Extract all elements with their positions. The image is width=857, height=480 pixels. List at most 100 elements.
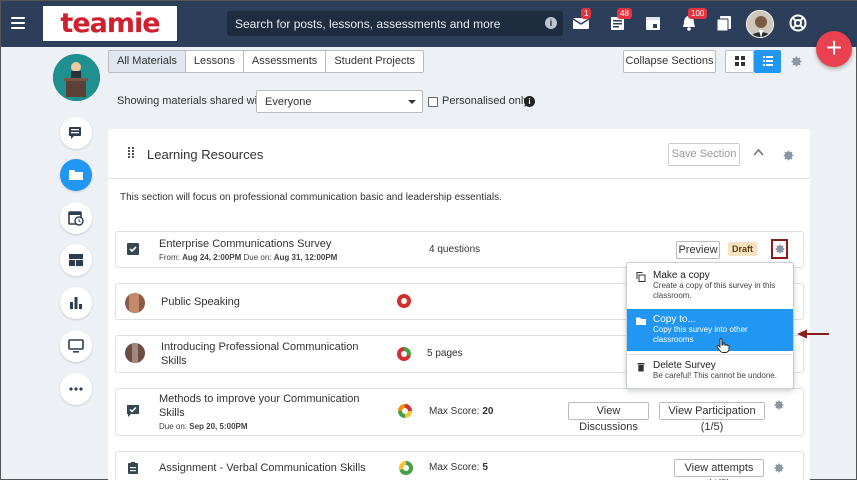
max-score-label: Max Score: (429, 406, 480, 417)
help-icon[interactable] (789, 14, 807, 32)
lesson-thumbnail (125, 293, 145, 313)
from-label: From: (159, 253, 180, 262)
material-title[interactable]: Methods to improve your Communication Ski… (159, 392, 360, 420)
top-bar: teamie Search for posts, lessons, assess… (1, 1, 857, 47)
search-placeholder: Search for posts, lessons, assessments a… (235, 17, 501, 31)
info-icon[interactable]: i (524, 96, 535, 107)
mail-badge: 1 (581, 8, 592, 19)
drag-handle-icon[interactable] (128, 147, 134, 160)
library-icon[interactable] (715, 14, 733, 32)
logo[interactable]: teamie (43, 6, 177, 41)
grid-icon (734, 56, 745, 66)
max-score: Max Score: 20 (429, 406, 493, 417)
search-input[interactable]: Search for posts, lessons, assessments a… (227, 11, 563, 36)
monitor-icon (68, 339, 84, 353)
personalised-checkbox[interactable] (428, 97, 438, 107)
add-button[interactable]: + (816, 31, 852, 67)
delete-survey-item[interactable]: Delete Survey Be careful! This cannot be… (627, 358, 793, 386)
annotation-arrow-icon (797, 329, 829, 339)
tab-assessments[interactable]: Assessments (244, 51, 327, 72)
sidebar-item-more[interactable] (60, 373, 92, 405)
trash-icon (637, 363, 645, 372)
sidebar-item-presentation[interactable] (60, 330, 92, 362)
menu-divider (627, 354, 793, 355)
notifications-badge: 100 (688, 8, 708, 19)
material-tabs: All Materials Lessons Assessments Studen… (108, 50, 425, 73)
classroom-avatar[interactable] (53, 54, 100, 101)
gear-icon[interactable] (790, 55, 803, 68)
progress-ring-icon (397, 347, 411, 361)
material-title[interactable]: Enterprise Communications Survey (159, 237, 331, 251)
info-icon[interactable]: i (545, 17, 557, 29)
progress-ring-icon (399, 461, 413, 475)
tab-all-materials[interactable]: All Materials (109, 51, 186, 72)
audience-select[interactable]: Everyone (256, 90, 423, 113)
bar-chart-icon (70, 297, 82, 309)
bell-icon[interactable]: 100 (680, 8, 708, 32)
gear-icon[interactable] (773, 462, 785, 474)
material-title-line1: Introducing Professional Communication (161, 341, 359, 353)
view-attempts-button[interactable]: View attempts (4/5) (674, 459, 764, 480)
list-icon (762, 56, 773, 66)
tab-student-projects[interactable]: Student Projects (326, 51, 423, 72)
filter-label: Showing materials shared with (117, 95, 267, 107)
grid-view-button[interactable] (725, 50, 754, 73)
sidebar-item-posts[interactable] (60, 117, 92, 149)
max-score-value: 5 (482, 462, 488, 473)
menu-item-title: Copy to... (653, 314, 696, 325)
make-copy-item[interactable]: Make a copy Create a copy of this survey… (627, 267, 793, 307)
survey-options-menu: Make a copy Create a copy of this survey… (626, 262, 794, 389)
sidebar-item-calendar[interactable] (60, 202, 92, 234)
tab-lessons[interactable]: Lessons (186, 51, 244, 72)
sidebar-item-dashboard[interactable] (60, 244, 92, 276)
dashboard-icon (69, 254, 83, 266)
draft-badge: Draft (728, 242, 758, 256)
posts-badge: 48 (617, 8, 632, 19)
from-date: Aug 24, 2:00PM (182, 253, 242, 262)
sidebar-item-materials[interactable] (60, 159, 92, 191)
copy-icon (636, 272, 646, 282)
posts-icon[interactable]: 48 (609, 8, 632, 32)
collapse-sections-button[interactable]: Collapse Sections (623, 50, 716, 73)
material-title-line2: Skills (161, 355, 187, 367)
menu-icon[interactable] (11, 17, 25, 29)
hand-cursor-icon (716, 338, 730, 353)
list-view-button[interactable] (754, 50, 781, 73)
material-title[interactable]: Public Speaking (161, 295, 240, 309)
audience-select-value: Everyone (265, 96, 312, 108)
max-score-label: Max Score: (429, 462, 480, 473)
folder-icon (636, 317, 646, 325)
view-discussions-button[interactable]: View Discussions (568, 402, 649, 433)
mail-icon[interactable]: 1 (572, 8, 592, 32)
chevron-up-icon[interactable] (753, 148, 764, 156)
user-avatar[interactable] (746, 10, 774, 38)
calendar-icon[interactable] (644, 14, 662, 32)
assignment-icon (128, 462, 138, 474)
gear-icon[interactable] (782, 149, 795, 162)
personalised-label: Personalised only (442, 95, 529, 107)
calendar-clock-icon (68, 211, 84, 226)
progress-ring-icon (398, 404, 412, 418)
comments-icon (69, 127, 81, 139)
survey-check-icon (127, 243, 139, 255)
material-title-line1: Methods to improve your Communication (159, 393, 360, 405)
view-participation-button[interactable]: View Participation (1/5) (659, 402, 765, 433)
sidebar-item-analytics[interactable] (60, 287, 92, 319)
material-title[interactable]: Assignment - Verbal Communication Skills (159, 461, 366, 475)
max-score-value: 20 (482, 406, 494, 417)
copy-to-item[interactable]: Copy to... Copy this survey into other c… (627, 309, 793, 351)
material-title[interactable]: Introducing Professional Communication Sk… (161, 340, 359, 368)
preview-button[interactable]: Preview (676, 241, 720, 259)
due-label: Due on: (243, 253, 272, 262)
menu-item-sub: Copy this survey into other (653, 325, 748, 334)
material-title-line2: Skills (159, 407, 185, 419)
menu-item-title: Delete Survey (653, 360, 716, 371)
folder-icon (69, 170, 83, 180)
discussion-check-icon (127, 405, 139, 417)
lesson-thumbnail (125, 343, 145, 363)
logo-text: teamie (60, 8, 160, 39)
save-section-button[interactable]: Save Section (668, 143, 740, 166)
gear-icon[interactable] (773, 399, 785, 411)
gear-icon[interactable] (774, 243, 786, 255)
due-date: Sep 20, 5:00PM (189, 422, 248, 431)
